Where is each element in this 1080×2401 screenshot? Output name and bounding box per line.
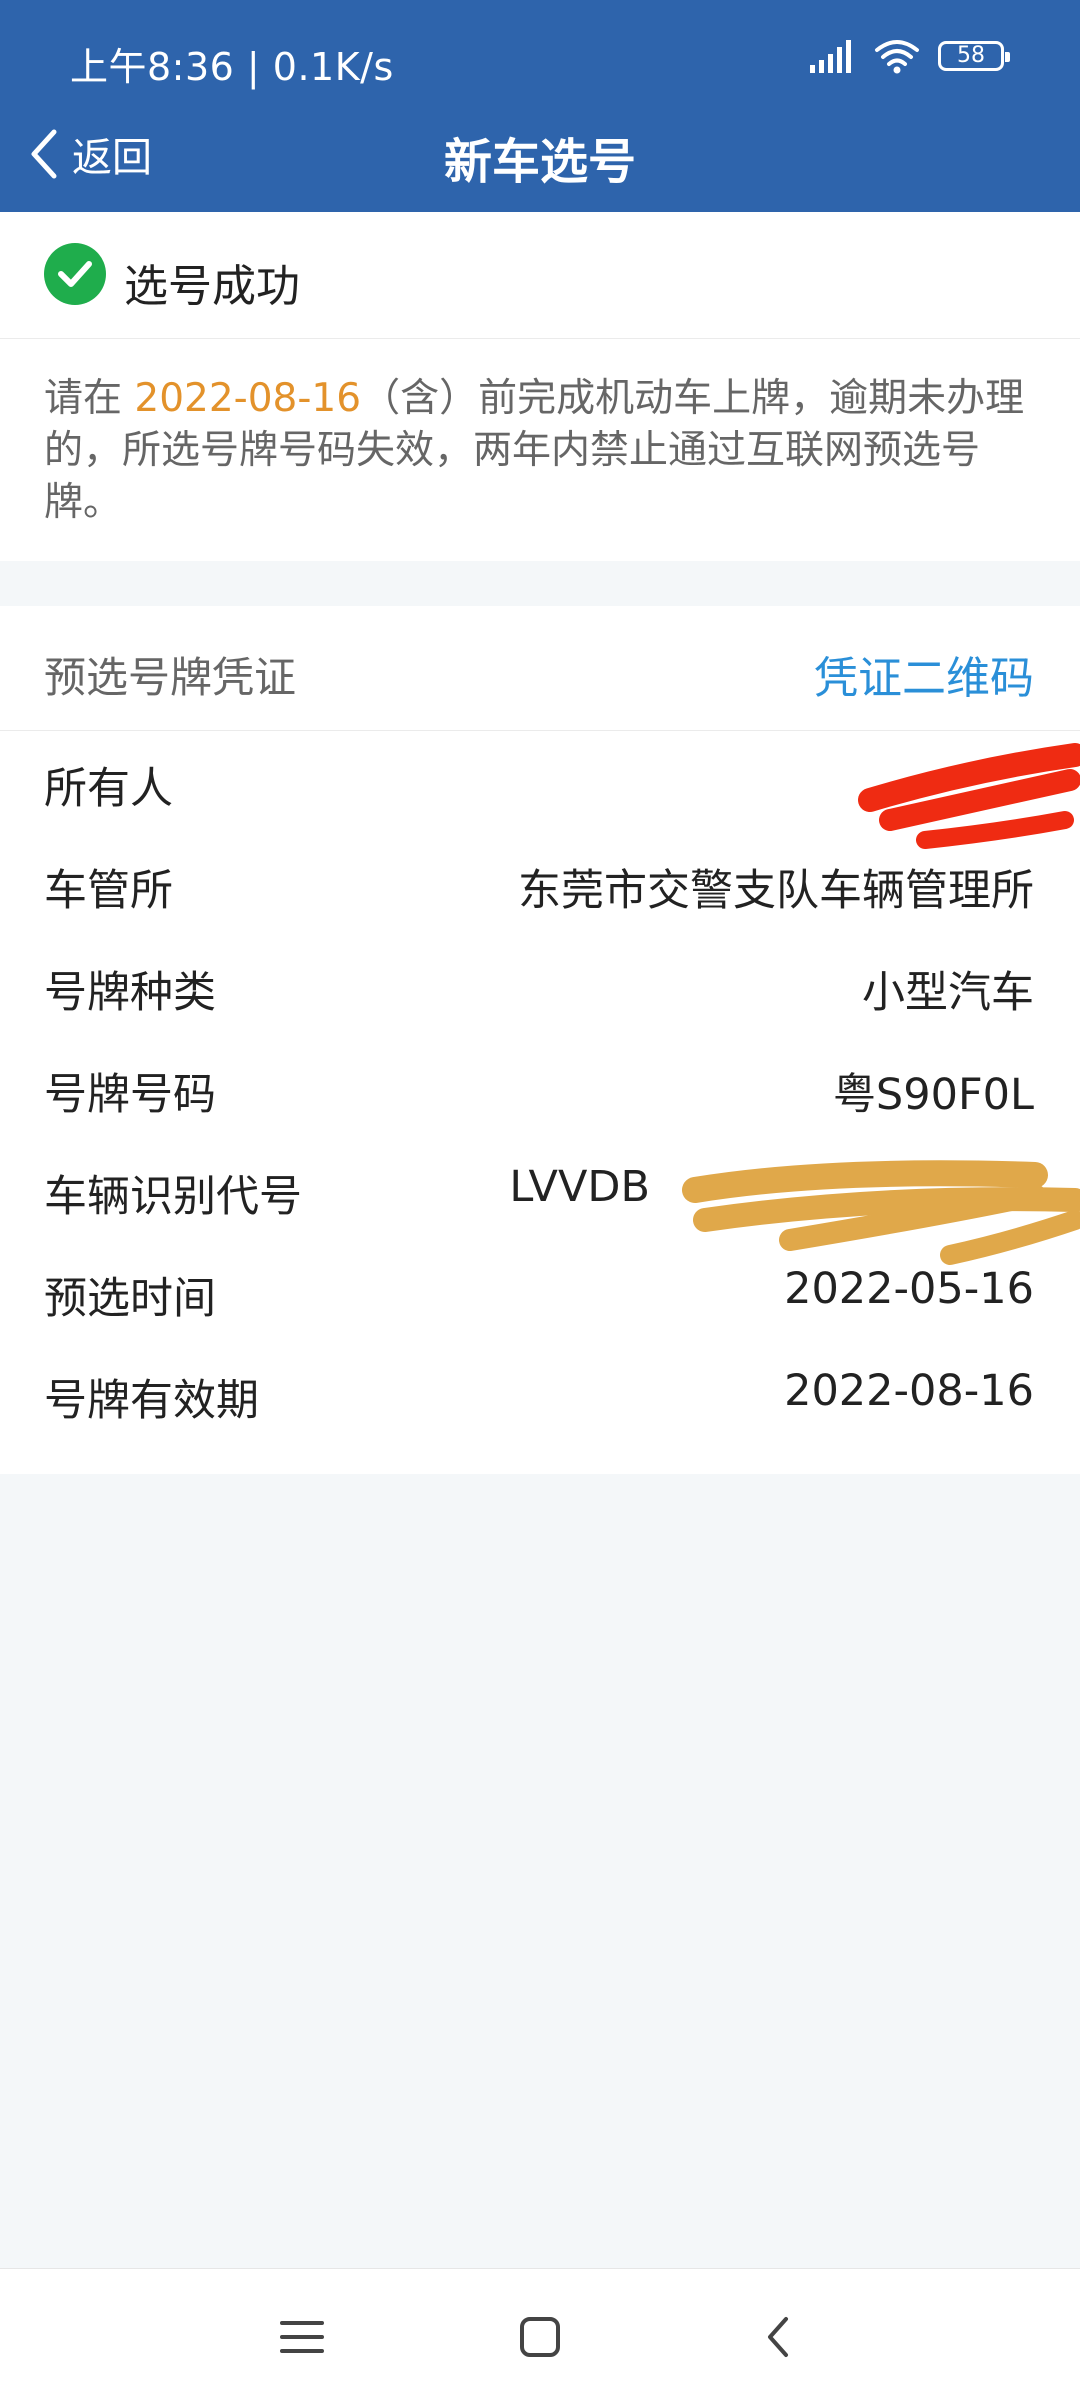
voucher-header: 预选号牌凭证 凭证二维码 [0, 606, 1080, 731]
status-time: 上午8:36 | 0.1K/s [70, 45, 394, 89]
success-title: 选号成功 [124, 261, 300, 312]
row-label: 号牌号码 [44, 1070, 216, 1120]
wifi-icon [875, 40, 919, 74]
deadline-notice: 请在 2022-08-16（含）前完成机动车上牌，逾期未办理的，所选号牌号码失效… [0, 339, 1080, 561]
system-navigation-bar [0, 2268, 1080, 2401]
notice-text: 请在 2022-08-16（含）前完成机动车上牌，逾期未办理的，所选号牌号码失效… [44, 373, 1034, 529]
home-icon[interactable] [512, 2309, 568, 2365]
back-icon[interactable] [752, 2309, 808, 2365]
row-value: 粤S90F0L [832, 1070, 1034, 1120]
qr-code-link[interactable]: 凭证二维码 [814, 642, 1034, 706]
check-circle-icon [44, 243, 106, 305]
row-expiry-date: 号牌有效期 2022-08-16 [0, 1342, 1080, 1444]
nav-bar: 返回 新车选号 [0, 118, 1080, 212]
row-value: 小型汽车 [862, 968, 1034, 1018]
redaction-scribble-yellow [682, 1160, 1080, 1265]
app-header: 上午8:36 | 0.1K/s 58 返回 新车选号 [0, 0, 1080, 212]
battery-level: 58 [957, 43, 985, 68]
row-value: 东莞市交警支队车辆管理所 [518, 866, 1034, 916]
row-label: 车管所 [44, 866, 173, 916]
deadline-date: 2022-08-16 [134, 376, 362, 421]
status-icons: 58 [808, 38, 1010, 74]
row-label: 号牌种类 [44, 968, 216, 1018]
menu-icon[interactable] [274, 2309, 330, 2365]
page-title: 新车选号 [443, 134, 636, 190]
voucher-card: 预选号牌凭证 凭证二维码 所有人 车管所 东莞市交警支队车辆管理所 号牌种类 小… [0, 606, 1080, 1474]
status-bar: 上午8:36 | 0.1K/s 58 [0, 0, 1080, 118]
redaction-scribble-red [858, 743, 1080, 849]
row-label: 预选时间 [44, 1274, 216, 1324]
voucher-title: 预选号牌凭证 [44, 653, 297, 702]
signal-icon [810, 40, 851, 73]
battery-icon: 58 [938, 41, 1010, 71]
success-banner: 选号成功 [0, 212, 1080, 339]
row-plate-type: 号牌种类 小型汽车 [0, 934, 1080, 1036]
row-label: 号牌有效期 [44, 1376, 259, 1426]
row-value: LVVDB [509, 1162, 650, 1212]
row-label: 车辆识别代号 [44, 1172, 302, 1222]
row-label: 所有人 [44, 764, 173, 814]
row-value: 2022-08-16 [784, 1366, 1034, 1416]
row-value: 2022-05-16 [784, 1264, 1034, 1314]
notice-prefix: 请在 [44, 376, 135, 421]
row-plate-number: 号牌号码 粤S90F0L [0, 1036, 1080, 1138]
